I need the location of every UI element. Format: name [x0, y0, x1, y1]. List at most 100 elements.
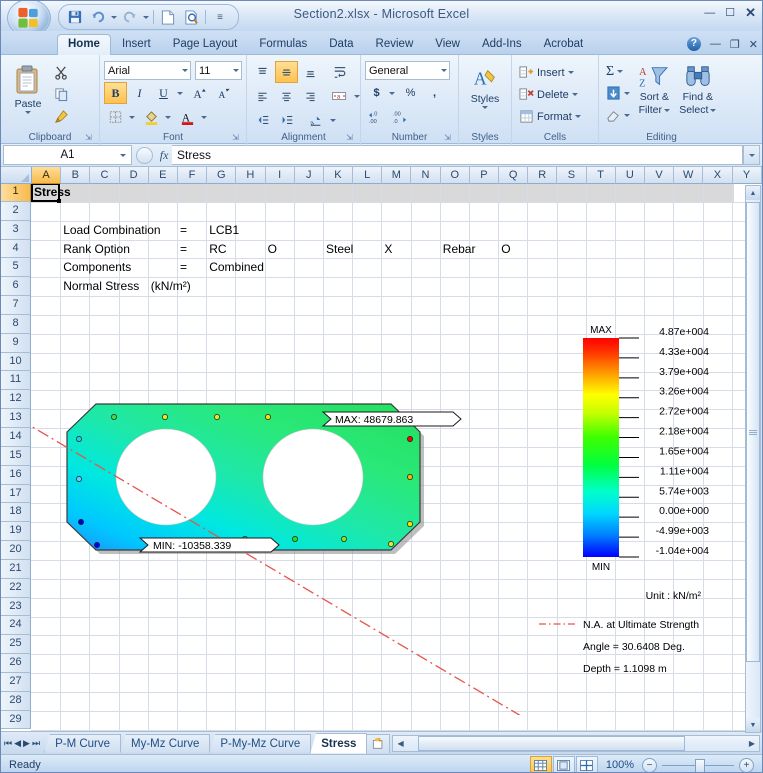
format-painter-button[interactable] — [51, 106, 72, 127]
column-headers[interactable]: ABCDEFGHIJKLMNOPQRSTUVWXY — [1, 167, 762, 183]
column-header-T[interactable]: T — [587, 167, 616, 184]
orientation-dropdown-icon[interactable] — [330, 119, 336, 122]
decrease-decimal-button[interactable]: .00 .0 — [389, 106, 412, 128]
cell-G3[interactable]: LCB1 — [209, 222, 239, 239]
cell-B3[interactable]: Load Combination — [63, 222, 160, 239]
cell-G4[interactable]: RC — [209, 241, 226, 258]
borders-dropdown-icon[interactable] — [129, 116, 135, 119]
cell-B6[interactable]: Normal Stress — [63, 278, 139, 295]
column-header-W[interactable]: W — [674, 167, 703, 184]
fill-dropdown-icon[interactable] — [624, 92, 630, 95]
row-header-23[interactable]: 23 — [1, 598, 31, 617]
row-header-18[interactable]: 18 — [1, 503, 31, 522]
number-format-dropdown-icon[interactable] — [441, 69, 447, 72]
increase-decimal-button[interactable]: .0 .00 — [365, 106, 388, 128]
paste-button[interactable]: Paste — [5, 63, 51, 114]
cell-B4[interactable]: Rank Option — [63, 241, 130, 258]
active-cell-selection[interactable] — [31, 183, 60, 202]
font-name-dropdown-icon[interactable] — [182, 69, 188, 72]
column-header-P[interactable]: P — [470, 167, 499, 184]
cell-F4[interactable]: = — [180, 241, 187, 258]
row-header-20[interactable]: 20 — [1, 541, 31, 560]
zoom-level[interactable]: 100% — [606, 759, 634, 771]
font-color-dropdown-icon[interactable] — [201, 116, 207, 119]
column-header-G[interactable]: G — [207, 167, 236, 184]
find-select-button[interactable]: Find & Select — [676, 62, 720, 116]
row-header-7[interactable]: 7 — [1, 296, 31, 315]
next-sheet-button[interactable]: ▶ — [23, 738, 30, 749]
decrease-indent-button[interactable] — [251, 109, 274, 131]
sheet-tab-pm-curve[interactable]: P-M Curve — [44, 734, 121, 753]
tab-page-layout[interactable]: Page Layout — [162, 35, 249, 54]
merge-center-button[interactable]: a — [328, 85, 351, 107]
underline-button[interactable]: U — [152, 82, 175, 104]
font-size-combo[interactable]: 11 — [195, 61, 242, 80]
row-header-6[interactable]: 6 — [1, 277, 31, 296]
name-box-dropdown-icon[interactable] — [120, 154, 126, 157]
column-header-X[interactable]: X — [703, 167, 732, 184]
vertical-scroll-thumb[interactable] — [746, 202, 760, 662]
cut-button[interactable] — [51, 62, 72, 83]
row-header-21[interactable]: 21 — [1, 560, 31, 579]
tab-insert[interactable]: Insert — [111, 35, 162, 54]
first-sheet-button[interactable]: ⏮ — [4, 738, 12, 749]
clipboard-dialog-launcher[interactable]: ⇲ — [84, 133, 93, 142]
percent-button[interactable]: % — [399, 82, 422, 104]
clear-button[interactable] — [603, 105, 633, 126]
align-top-button[interactable] — [251, 61, 274, 83]
name-box[interactable]: A1 — [3, 145, 132, 165]
sheet-tab-stress[interactable]: Stress — [310, 733, 367, 754]
delete-cells-button[interactable]: Delete — [516, 84, 581, 105]
align-middle-button[interactable] — [275, 61, 298, 83]
row-header-29[interactable]: 29 — [1, 711, 31, 730]
alignment-dialog-launcher[interactable]: ⇲ — [345, 133, 354, 142]
tab-add-ins[interactable]: Add-Ins — [471, 35, 533, 54]
font-color-button[interactable]: A — [176, 106, 199, 128]
workbook-close-button[interactable]: ✕ — [749, 38, 758, 51]
column-header-C[interactable]: C — [90, 167, 119, 184]
cell-F5[interactable]: = — [180, 259, 187, 276]
vertical-scrollbar[interactable]: ▲ ▼ — [745, 185, 761, 733]
currency-dropdown-icon[interactable] — [389, 92, 395, 95]
cell-I4[interactable]: O — [268, 241, 277, 258]
format-dropdown-icon[interactable] — [575, 115, 581, 118]
row-header-14[interactable]: 14 — [1, 428, 31, 447]
column-header-V[interactable]: V — [645, 167, 674, 184]
help-icon[interactable]: ? — [687, 37, 701, 51]
row-header-5[interactable]: 5 — [1, 258, 31, 277]
insert-worksheet-button[interactable] — [366, 734, 390, 753]
row-header-26[interactable]: 26 — [1, 654, 31, 673]
underline-dropdown-icon[interactable] — [177, 92, 183, 95]
row-header-16[interactable]: 16 — [1, 466, 31, 485]
cell-K4[interactable]: Steel — [326, 241, 353, 258]
autosum-dropdown-icon[interactable] — [617, 70, 623, 73]
cell-Q4[interactable]: O — [501, 241, 510, 258]
tab-data[interactable]: Data — [318, 35, 364, 54]
last-sheet-button[interactable]: ⏭ — [32, 738, 40, 749]
workbook-restore-button[interactable]: ❐ — [730, 38, 740, 51]
column-header-B[interactable]: B — [61, 167, 90, 184]
cell-G5[interactable]: Combined — [209, 259, 264, 276]
copy-button[interactable] — [51, 84, 72, 105]
cell-E6[interactable]: (kN/m²) — [151, 278, 191, 295]
column-header-Y[interactable]: Y — [733, 167, 762, 184]
italic-button[interactable]: I — [128, 82, 151, 104]
prev-sheet-button[interactable]: ◀ — [14, 738, 21, 749]
cancel-enter-icon[interactable] — [136, 147, 153, 164]
column-header-N[interactable]: N — [411, 167, 440, 184]
zoom-slider[interactable]: − + — [642, 758, 754, 773]
paste-dropdown-icon[interactable] — [25, 111, 31, 114]
maximize-button[interactable]: ☐ — [725, 7, 735, 19]
insert-dropdown-icon[interactable] — [568, 71, 574, 74]
column-header-A[interactable]: A — [32, 167, 61, 184]
row-header-17[interactable]: 17 — [1, 485, 31, 504]
scroll-down-button[interactable]: ▼ — [746, 718, 760, 732]
fill-color-dropdown-icon[interactable] — [165, 116, 171, 119]
tab-view[interactable]: View — [424, 35, 471, 54]
align-bottom-button[interactable] — [299, 61, 322, 83]
font-name-combo[interactable]: Arial — [104, 61, 191, 80]
column-header-H[interactable]: H — [236, 167, 265, 184]
tab-review[interactable]: Review — [365, 35, 425, 54]
align-left-button[interactable] — [251, 85, 274, 107]
tab-acrobat[interactable]: Acrobat — [533, 35, 595, 54]
